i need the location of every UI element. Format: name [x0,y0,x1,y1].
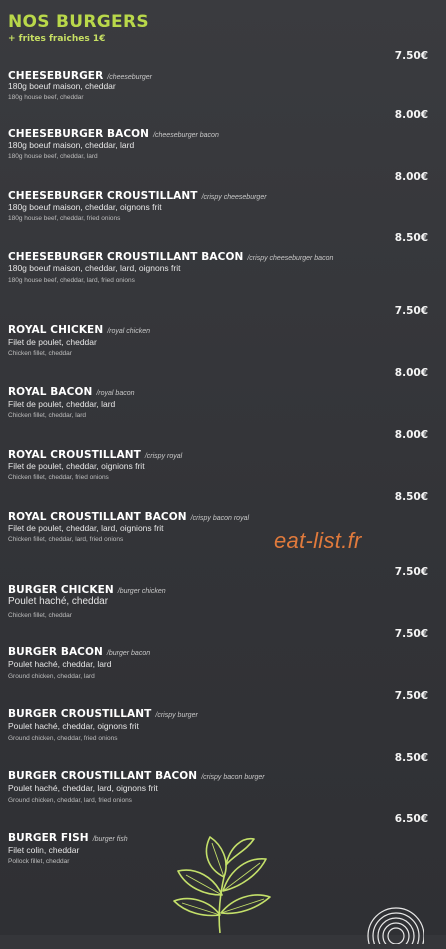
item-description-fr: Poulet haché, cheddar, lard [8,659,112,669]
item-description-fr: 180g boeuf maison, cheddar [8,81,116,91]
item-description-fr: Filet colin, cheddar [8,845,80,855]
item-alt-name: /crispy cheeseburger bacon [247,255,334,262]
item-description-en: Chicken fillet, cheddar, fried onions [8,474,109,481]
item-alt-name: /royal bacon [96,390,135,397]
item-price: 7.50€ [394,566,428,578]
item-name: BURGER CROUSTILLANT BACON [8,770,198,782]
item-description-en: Pollock fillet, cheddar [8,858,70,865]
item-description-fr: Filet de poulet, cheddar, lard [8,399,116,409]
fingerprint-logo-icon [364,904,425,949]
item-title-row: BURGER FISH/burger fish [8,828,128,846]
item-description-en: 180g house beef, cheddar, lard, fried on… [8,277,135,284]
item-name: ROYAL BACON [8,386,93,398]
item-description-en: Chicken fillet, cheddar [8,612,72,619]
item-price: 7.50€ [394,628,428,640]
item-alt-name: /royal chicken [107,328,151,335]
item-description-en: Chicken fillet, cheddar [8,350,72,357]
item-title-row: BURGER CROUSTILLANT/crispy burger [8,704,198,722]
item-description-en: 180g house beef, cheddar, lard [8,153,98,160]
item-price: 8.00€ [394,109,428,121]
item-description-en: Ground chicken, cheddar, lard, fried oni… [8,797,132,804]
item-name: CHEESEBURGER BACON [8,128,150,140]
item-alt-name: /crispy royal [144,453,183,460]
item-name: BURGER FISH [8,832,89,844]
item-alt-name: /crispy cheeseburger [201,194,267,201]
item-price: 8.00€ [394,429,428,441]
item-price: 8.00€ [394,367,428,379]
item-description-en: Chicken fillet, cheddar, lard, fried oni… [8,536,124,543]
item-description-en: Ground chicken, cheddar, lard [8,673,95,680]
item-price: 8.50€ [394,232,428,244]
item-name: BURGER BACON [8,646,103,658]
item-description-fr: 180g boeuf maison, cheddar, oignons frit [8,202,162,212]
item-title-row: ROYAL BACON/royal bacon [8,382,135,400]
item-name: ROYAL CROUSTILLANT BACON [8,511,187,523]
item-alt-name: /burger fish [92,836,128,843]
item-description-en: Chicken fillet, cheddar, lard [8,412,87,419]
item-name: BURGER CHICKEN [8,584,114,596]
item-description-en: Ground chicken, cheddar, fried onions [8,735,118,742]
item-price: 8.50€ [394,491,428,503]
item-title-row: BURGER CROUSTILLANT BACON/crispy bacon b… [8,766,265,784]
watermark-text: eat-list.fr [274,528,362,553]
basil-leaf-icon [160,825,280,940]
item-price: 8.00€ [394,171,428,183]
item-description-fr: Filet de poulet, cheddar, lard, oignions… [8,523,164,533]
item-description-en: 180g house beef, cheddar [8,94,84,101]
item-alt-name: /cheeseburger [107,74,153,81]
item-description-fr: Poulet haché, cheddar [8,596,109,607]
item-description-fr: Filet de poulet, cheddar, oignions frit [8,461,145,471]
item-price: 7.50€ [394,305,428,317]
item-description-fr: 180g boeuf maison, cheddar, lard, oignon… [8,263,181,273]
item-title-row: BURGER BACON/burger bacon [8,642,150,660]
item-price: 6.50€ [394,813,428,825]
item-alt-name: /crispy burger [155,712,198,719]
menu-header: NOS BURGERS + frites fraiches 1€ [8,12,149,45]
item-name: ROYAL CROUSTILLANT [8,449,141,461]
item-description-fr: 180g boeuf maison, cheddar, lard [8,140,135,150]
item-alt-name: /burger bacon [106,650,151,657]
item-alt-name: /crispy bacon burger [201,774,265,781]
item-price: 7.50€ [394,50,428,62]
item-name: BURGER CROUSTILLANT [8,708,152,720]
item-name: CHEESEBURGER CROUSTILLANT BACON [8,251,244,263]
item-price: 7.50€ [394,690,428,702]
item-description-fr: Filet de poulet, cheddar [8,337,97,347]
section-title: NOS BURGERS [8,12,149,32]
item-description-fr: Poulet haché, cheddar, lard, oignons fri… [8,783,158,793]
menu-page: NOS BURGERS + frites fraiches 1€ 7.50€ C… [0,0,446,949]
item-alt-name: /burger chicken [117,588,166,595]
item-description-en: 180g house beef, cheddar, fried onions [8,215,121,222]
item-alt-name: /cheeseburger bacon [153,132,219,139]
item-description-fr: Poulet haché, cheddar, oignons frit [8,721,139,731]
item-alt-name: /crispy bacon royal [190,515,250,522]
item-title-row: ROYAL CHICKEN/royal chicken [8,320,150,338]
item-name: ROYAL CHICKEN [8,324,104,336]
item-name: CHEESEBURGER CROUSTILLANT [8,190,198,202]
item-price: 8.50€ [394,752,428,764]
section-subtitle: + frites fraiches 1€ [8,34,106,44]
